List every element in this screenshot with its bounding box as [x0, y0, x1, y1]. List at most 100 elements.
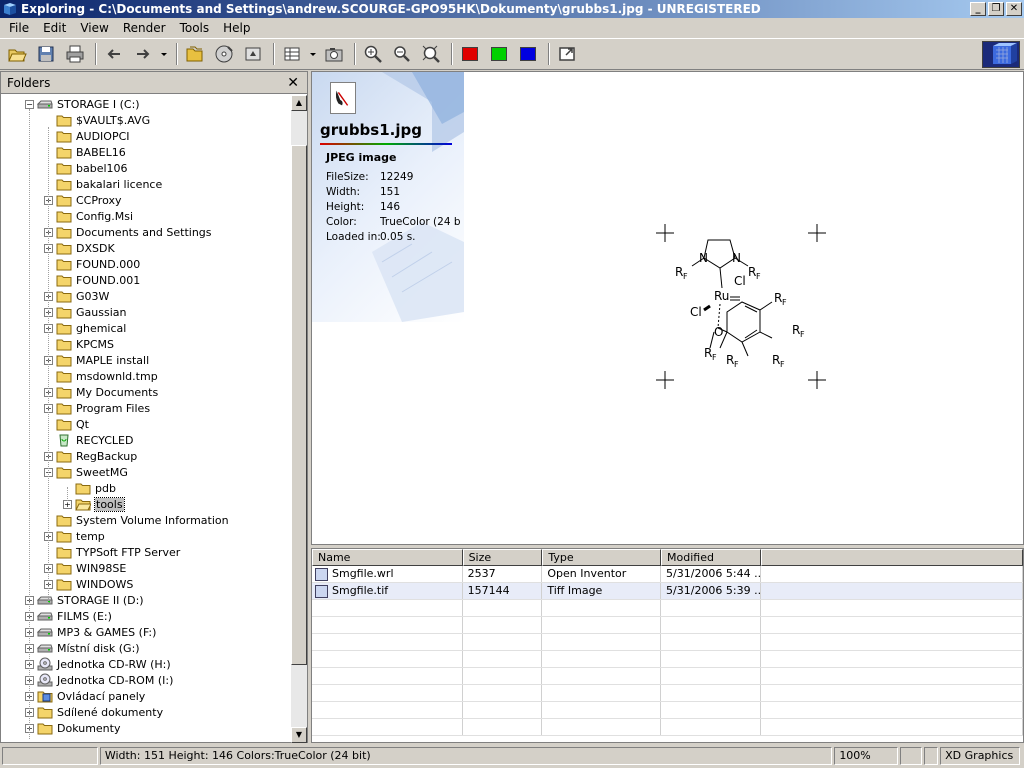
folder-tree-item[interactable]: + Sdílené dokumenty	[25, 704, 163, 720]
folder-icon	[56, 387, 72, 399]
folder-tree-item[interactable]: + Gaussian	[44, 304, 126, 320]
column-modified[interactable]: Modified	[661, 549, 761, 566]
folder-tree-item[interactable]: + WIN98SE	[44, 560, 126, 576]
table-row[interactable]: Smgfile.tif 157144 Tiff Image 5/31/2006 5:3…	[312, 583, 1023, 600]
close-button[interactable]: ✕	[1006, 2, 1022, 16]
table-cell	[312, 600, 463, 616]
folder-tree-item[interactable]: − STORAGE I (C:)	[25, 96, 140, 112]
collapse-icon[interactable]: −	[25, 99, 34, 109]
folder-tree-item[interactable]: + Místní disk (G:)	[25, 640, 140, 656]
toolbar-separator	[451, 43, 453, 65]
folder-tree-item[interactable]: + Ovládací panely	[25, 688, 145, 704]
folder-tree-item[interactable]: + Documents and Settings	[44, 224, 212, 240]
folder-tree-item[interactable]: FOUND.000	[44, 256, 140, 272]
folder-tree-item[interactable]: FOUND.001	[44, 272, 140, 288]
file-list[interactable]: Name Size Type Modified Smgfile.wrl 2537 O…	[311, 548, 1024, 743]
maximize-button[interactable]: ❐	[988, 2, 1004, 16]
folder-tree-item[interactable]: + Dokumenty	[25, 720, 120, 736]
folder-tree-item[interactable]: bakalari licence	[44, 176, 162, 192]
folders-toggle-button[interactable]	[182, 42, 208, 66]
zoom-out-button[interactable]	[389, 42, 415, 66]
column-size[interactable]: Size	[462, 549, 543, 566]
slideshow-button[interactable]	[240, 42, 266, 66]
folder-tree-item[interactable]: + FILMS (E:)	[25, 608, 112, 624]
folder-tree-item[interactable]: TYPSoft FTP Server	[44, 544, 180, 560]
menu-edit[interactable]: Edit	[36, 21, 73, 35]
cell-text: Smgfile.tif	[332, 584, 389, 597]
folder-tree-item[interactable]: + G03W	[44, 288, 109, 304]
print-button[interactable]	[62, 42, 88, 66]
green-channel-button[interactable]	[486, 42, 512, 66]
burn-button[interactable]	[211, 42, 237, 66]
red-channel-button[interactable]	[457, 42, 483, 66]
save-button[interactable]	[33, 42, 59, 66]
column-name[interactable]: Name	[312, 549, 463, 566]
folder-tree-item[interactable]: + MAPLE install	[44, 352, 149, 368]
folders-scrollbar[interactable]: ▲ ▼	[291, 95, 307, 743]
info-row-height: Height: 146	[326, 201, 460, 216]
folder-icon	[56, 451, 72, 463]
preview-pane: grubbs1.jpg JPEG image FileSize: 12249 Wi…	[311, 71, 1024, 545]
scroll-down-button[interactable]: ▼	[291, 727, 307, 743]
back-button[interactable]	[101, 42, 127, 66]
forward-dropdown-button[interactable]	[159, 42, 169, 66]
folder-tree-item[interactable]: + WINDOWS	[44, 576, 133, 592]
folder-tree-item[interactable]: pdb	[63, 480, 116, 496]
menu-view[interactable]: View	[73, 21, 115, 35]
folder-tree-item[interactable]: − SweetMG	[44, 464, 128, 480]
table-cell	[661, 617, 761, 633]
folder-tree-item[interactable]: System Volume Information	[44, 512, 229, 528]
info-key: Width:	[326, 186, 361, 198]
folder-tree-item-label: My Documents	[76, 385, 159, 399]
folder-icon	[56, 515, 72, 527]
folder-tree-item[interactable]: RECYCLED	[44, 432, 133, 448]
folder-tree-item[interactable]: + MP3 & GAMES (F:)	[25, 624, 156, 640]
table-row[interactable]: Smgfile.wrl 2537 Open Inventor 5/31/2006 5:…	[312, 566, 1023, 583]
folder-tree-item[interactable]: AUDIOPCI	[44, 128, 130, 144]
menu-help[interactable]: Help	[216, 21, 257, 35]
folder-tree-item[interactable]: + ghemical	[44, 320, 126, 336]
folder-tree-item[interactable]: + CCProxy	[44, 192, 122, 208]
menu-tools[interactable]: Tools	[173, 21, 217, 35]
capture-button[interactable]	[321, 42, 347, 66]
open-button[interactable]	[4, 42, 30, 66]
folder-tree-item[interactable]: + My Documents	[44, 384, 158, 400]
view-mode-dropdown-button[interactable]	[308, 42, 318, 66]
info-value: 146	[380, 201, 401, 213]
folder-tree[interactable]: − STORAGE I (C:) $VAULT$.AVG AUDIOPCI BABEL1…	[1, 95, 291, 743]
folder-tree-item[interactable]: + Jednotka CD-RW (H:)	[25, 656, 171, 672]
scroll-up-button[interactable]: ▲	[291, 95, 307, 111]
column-type[interactable]: Type	[542, 549, 662, 566]
minimize-button[interactable]: _	[970, 2, 986, 16]
disc-icon	[215, 45, 233, 63]
zoom-in-button[interactable]	[360, 42, 386, 66]
menu-render[interactable]: Render	[116, 21, 173, 35]
cell-text: Tiff Image	[547, 584, 603, 597]
table-cell	[542, 719, 662, 735]
scroll-thumb[interactable]	[291, 145, 307, 665]
app-logo	[982, 41, 1020, 68]
folders-close-button[interactable]: ✕	[287, 75, 299, 91]
folder-tree-item[interactable]: + Program Files	[44, 400, 150, 416]
title-bar[interactable]: Exploring - C:\Documents and Settings\an…	[0, 0, 1024, 18]
blue-channel-button[interactable]	[515, 42, 541, 66]
folder-tree-item[interactable]: babel106	[44, 160, 128, 176]
folder-tree-item[interactable]: + STORAGE II (D:)	[25, 592, 144, 608]
grid-icon	[284, 47, 300, 61]
folder-tree-item[interactable]: $VAULT$.AVG	[44, 112, 150, 128]
folder-tree-item[interactable]: BABEL16	[44, 144, 126, 160]
folder-tree-item[interactable]: + DXSDK	[44, 240, 115, 256]
menu-file[interactable]: File	[2, 21, 36, 35]
folder-tree-item[interactable]: Qt	[44, 416, 89, 432]
zoom-fit-button[interactable]	[418, 42, 444, 66]
folder-tree-item[interactable]: + RegBackup	[44, 448, 137, 464]
fullscreen-button[interactable]	[554, 42, 580, 66]
forward-button[interactable]	[130, 42, 156, 66]
folder-tree-item[interactable]: KPCMS	[44, 336, 114, 352]
folder-tree-item[interactable]: + Jednotka CD-ROM (I:)	[25, 672, 173, 688]
folder-tree-item[interactable]: Config.Msi	[44, 208, 133, 224]
view-mode-button[interactable]	[279, 42, 305, 66]
folder-tree-item[interactable]: + tools	[63, 496, 125, 512]
folder-tree-item[interactable]: + temp	[44, 528, 105, 544]
folder-tree-item[interactable]: msdownld.tmp	[44, 368, 158, 384]
